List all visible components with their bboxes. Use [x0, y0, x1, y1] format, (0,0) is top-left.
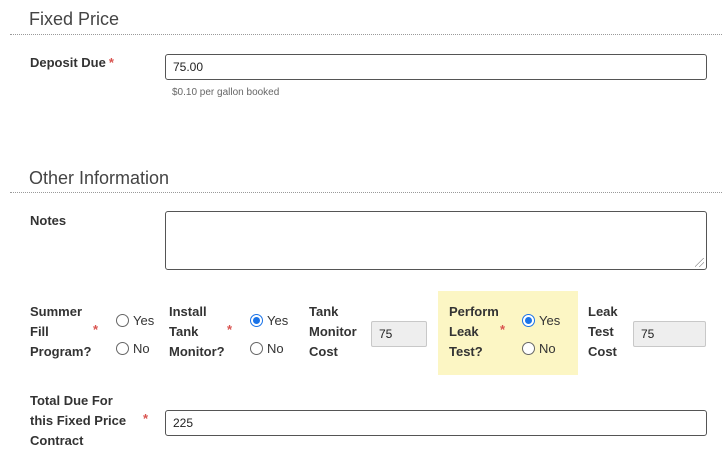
summer-fill-label-line: Summer [30, 304, 83, 319]
perform-leak-test-no-radio[interactable]: No [522, 340, 556, 356]
deposit-due-value: 75.00 [173, 60, 204, 74]
resize-handle-icon[interactable] [695, 258, 704, 267]
required-marker: * [143, 411, 149, 426]
radio-label: No [539, 340, 556, 356]
install-tank-monitor-label-line: Install [169, 304, 207, 319]
tank-monitor-cost-label: Tank Monitor Cost [309, 302, 357, 362]
deposit-help-text: $0.10 per gallon booked [172, 87, 280, 98]
perform-leak-test-yes-radio[interactable]: Yes [522, 312, 560, 328]
radio-checked-icon[interactable] [522, 313, 535, 327]
summer-fill-label-line: Program? [30, 344, 92, 359]
summer-fill-label: Summer Fill Program? [30, 302, 91, 362]
leak-test-cost-label-line: Leak [588, 304, 618, 319]
tank-monitor-cost-label-line: Tank [309, 304, 339, 319]
radio-unchecked-icon[interactable] [250, 341, 263, 355]
total-due-label-line: Contract [30, 433, 84, 448]
install-tank-monitor-label-line: Tank [169, 324, 199, 339]
deposit-due-label: Deposit Due * [30, 53, 114, 73]
summer-fill-yes-radio[interactable]: Yes [116, 312, 154, 328]
fixed-price-heading: Fixed Price [29, 9, 120, 29]
perform-leak-test-label-line: Leak [449, 324, 479, 339]
leak-test-cost-label: Leak Test Cost [588, 302, 618, 362]
install-tank-monitor-label-line: Monitor? [169, 344, 225, 359]
radio-unchecked-icon[interactable] [116, 341, 129, 355]
leak-test-cost-label-line: Test [588, 324, 614, 339]
radio-label: No [133, 340, 150, 356]
deposit-due-input[interactable]: 75.00 [165, 54, 707, 80]
required-marker: * [108, 55, 114, 70]
radio-label: No [267, 340, 284, 356]
install-tank-monitor-yes-radio[interactable]: Yes [250, 312, 288, 328]
total-due-value: 225 [173, 416, 194, 430]
required-marker: * [227, 322, 233, 337]
summer-fill-label-line: Fill [30, 324, 49, 339]
total-due-label-line: Total Due For [30, 393, 113, 408]
radio-unchecked-icon[interactable] [522, 341, 535, 355]
install-tank-monitor-label: Install Tank Monitor? [169, 302, 225, 362]
leak-test-cost-value: 75 [641, 327, 655, 341]
tank-monitor-cost-label-line: Cost [309, 344, 338, 359]
total-due-input[interactable]: 225 [165, 410, 707, 436]
required-marker: * [500, 322, 506, 337]
radio-label: Yes [133, 312, 155, 328]
perform-leak-test-label-line: Perform [449, 304, 499, 319]
radio-checked-icon[interactable] [250, 313, 263, 327]
perform-leak-test-label-line: Test? [449, 344, 483, 359]
leak-test-cost-label-line: Cost [588, 344, 617, 359]
section-divider [10, 192, 722, 193]
install-tank-monitor-no-radio[interactable]: No [250, 340, 284, 356]
radio-label: Yes [267, 312, 289, 328]
required-marker: * [93, 322, 99, 337]
radio-unchecked-icon[interactable] [116, 313, 129, 327]
notes-label: Notes [30, 213, 67, 228]
tank-monitor-cost-input: 75 [371, 321, 427, 347]
summer-fill-no-radio[interactable]: No [116, 340, 150, 356]
total-due-label-line: this Fixed Price [30, 413, 127, 428]
other-information-heading: Other Information [29, 168, 170, 188]
total-due-label: Total Due For this Fixed Price Contract [30, 391, 126, 451]
notes-textarea[interactable] [165, 211, 707, 270]
radio-label: Yes [539, 312, 561, 328]
leak-test-cost-input: 75 [633, 321, 706, 347]
deposit-due-label-text: Deposit Due [30, 55, 106, 70]
tank-monitor-cost-value: 75 [379, 327, 393, 341]
perform-leak-test-label: Perform Leak Test? [449, 302, 499, 362]
tank-monitor-cost-label-line: Monitor [309, 324, 357, 339]
section-divider [10, 34, 722, 35]
